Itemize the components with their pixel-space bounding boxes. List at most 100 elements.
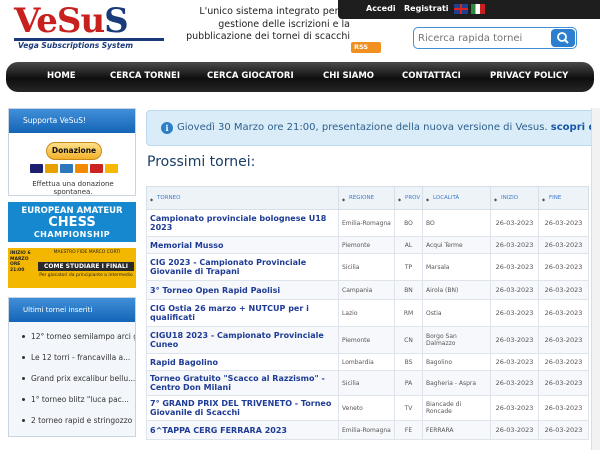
table-row[interactable]: Memorial Musso Piemonte AL Acqui Terme 26-03… [146, 236, 589, 254]
nav-chi-siamo[interactable]: CHI SIAMO [323, 71, 374, 81]
page: VeSuS Vega Subscriptions System L'unico … [0, 0, 600, 450]
tournaments-table: ◆ TORNEO ◆ REGIONE ◆ PROV ◆ LOCALITÀ ◆ INIZIO… [146, 186, 589, 440]
nav-cerca-giocatori[interactable]: CERCA GIOCATORI [207, 71, 294, 81]
card-icon [105, 164, 118, 173]
col-header-localita[interactable]: ◆ LOCALITÀ [422, 186, 491, 210]
italy-flag-icon[interactable] [471, 4, 485, 14]
list-item[interactable]: Grand prix excalibur bellu... [9, 368, 135, 389]
cell-name[interactable]: Campionato provinciale bolognese U18 202… [146, 209, 339, 237]
cell-name[interactable]: Torneo Gratuito "Scacco al Razzismo" - C… [146, 370, 339, 396]
cell-start: 26-03-2023 [490, 280, 539, 300]
register-link[interactable]: Registrati [404, 4, 449, 13]
tagline: L'unico sistema integrato per la gestion… [186, 6, 350, 42]
cell-loc: FERRARA [422, 420, 491, 440]
cell-prov: AL [394, 236, 423, 254]
cell-prov: TP [394, 253, 423, 281]
list-item-label: Le 12 torri - francavilla a... [31, 353, 131, 362]
list-item[interactable]: 12° torneo semilampo arci g... [9, 326, 135, 347]
col-header-label: FINE [549, 195, 562, 201]
cell-region: Lombardia [338, 353, 395, 371]
cell-start: 26-03-2023 [490, 353, 539, 371]
col-header-fine[interactable]: ◆ FINE [538, 186, 589, 210]
cell-region: Emilia-Romagna [338, 420, 395, 440]
list-item[interactable]: 2 torneo rapid e stringozzo ... [9, 410, 135, 431]
sort-icon: ◆ [494, 197, 498, 202]
col-header-label: INIZIO [501, 195, 519, 201]
cell-name[interactable]: 7° GRAND PRIX DEL TRIVENETO - Torneo Gio… [146, 395, 339, 421]
cell-loc: Acqui Terme [422, 236, 491, 254]
chess-championship-banner[interactable]: EUROPEAN AMATEUR CHESS CHAMPIONSHIP [8, 202, 136, 242]
table-row[interactable]: 6^TAPPA CERG FERRARA 2023 Emilia-Romagna F… [146, 420, 589, 440]
page-scrollbar[interactable] [591, 108, 600, 450]
nav-cerca-tornei[interactable]: CERCA TORNEI [110, 71, 180, 81]
list-item-label: 2 torneo rapid e stringozzo ... [31, 416, 135, 425]
cell-prov: CN [394, 326, 423, 354]
cell-end: 26-03-2023 [538, 280, 589, 300]
finali-subtitle: Per giocatori da principiante a intermed… [39, 273, 133, 278]
cell-start: 26-03-2023 [490, 420, 539, 440]
visa-icon [30, 164, 43, 173]
col-header-label: PROV [405, 195, 421, 201]
search-button[interactable] [551, 29, 575, 47]
uk-flag-icon[interactable] [454, 4, 468, 14]
cell-loc: Bagolino [422, 353, 491, 371]
col-header-regione[interactable]: ◆ REGIONE [338, 186, 395, 210]
list-item[interactable]: Le 12 torri - francavilla a... [9, 347, 135, 368]
mastercard-icon [45, 164, 58, 173]
table-row[interactable]: CIG 2023 - Campionato Provinciale Giovan… [146, 253, 589, 281]
cell-name[interactable]: 3° Torneo Open Rapid Paolisi [146, 280, 339, 300]
table-row[interactable]: 7° GRAND PRIX DEL TRIVENETO - Torneo Gio… [146, 395, 589, 421]
col-header-inizio[interactable]: ◆ INIZIO [490, 186, 539, 210]
maestro-icon [90, 164, 103, 173]
nav-home[interactable]: HOME [47, 71, 76, 81]
cell-name[interactable]: Rapid Bagolino [146, 353, 339, 371]
cell-loc: BO [422, 209, 491, 237]
table-row[interactable]: Campionato provinciale bolognese U18 202… [146, 209, 589, 237]
logo[interactable]: VeSuS Vega Subscriptions System [14, 1, 164, 51]
col-header-torneo[interactable]: ◆ TORNEO [146, 186, 339, 210]
nav-contattaci[interactable]: CONTATTACI [402, 71, 461, 81]
login-link[interactable]: Accedi [366, 4, 396, 13]
bullet-icon [22, 398, 25, 401]
list-item[interactable]: 1° torneo blitz "luca pac... [9, 389, 135, 410]
search-input[interactable] [418, 30, 550, 46]
table-row[interactable]: 3° Torneo Open Rapid Paolisi Campania BN Ai… [146, 280, 589, 300]
cell-region: Emilia-Romagna [338, 209, 395, 237]
finali-course-banner[interactable]: INIZIO 6 MARZO ORE 21:00 MAESTRO FIDE MA… [8, 248, 136, 288]
cell-name[interactable]: CIG Ostia 26 marzo + NUTCUP per i qualif… [146, 299, 339, 327]
table-row[interactable]: CIG Ostia 26 marzo + NUTCUP per i qualif… [146, 299, 589, 327]
info-alert: i Giovedì 30 Marzo ore 21:00, presentazi… [146, 110, 600, 146]
header: VeSuS Vega Subscriptions System L'unico … [0, 0, 600, 58]
last-tournaments-title: Ultimi tornei inseriti [9, 298, 135, 322]
cell-end: 26-03-2023 [538, 236, 589, 254]
cell-name[interactable]: CIGU18 2023 - Campionato Provinciale Cun… [146, 326, 339, 354]
cell-name[interactable]: CIG 2023 - Campionato Provinciale Giovan… [146, 253, 339, 281]
cell-end: 26-03-2023 [538, 370, 589, 396]
bullet-icon [22, 335, 25, 338]
cell-region: Sicilia [338, 253, 395, 281]
table-row[interactable]: Rapid Bagolino Lombardia BS Bagolino 26-03-2… [146, 353, 589, 371]
table-header-row: ◆ TORNEO ◆ REGIONE ◆ PROV ◆ LOCALITÀ ◆ INIZIO… [146, 186, 589, 210]
search-box [413, 27, 577, 49]
list-item-label: 1° torneo blitz "luca pac... [31, 395, 129, 404]
top-bar: Accedi Registrati [338, 0, 600, 19]
bullet-icon [22, 419, 25, 422]
donate-button[interactable]: Donazione [46, 142, 102, 160]
cell-end: 26-03-2023 [538, 353, 589, 371]
section-title: Prossimi tornei: [147, 154, 256, 170]
cell-prov: TV [394, 395, 423, 421]
cell-name[interactable]: Memorial Musso [146, 236, 339, 254]
col-header-label: TORNEO [157, 195, 181, 201]
cell-loc: Ostia [422, 299, 491, 327]
table-row[interactable]: Torneo Gratuito "Scacco al Razzismo" - C… [146, 370, 589, 396]
table-row[interactable]: CIGU18 2023 - Campionato Provinciale Cun… [146, 326, 589, 354]
cell-region: Piemonte [338, 236, 395, 254]
cell-name[interactable]: 6^TAPPA CERG FERRARA 2023 [146, 420, 339, 440]
col-header-prov[interactable]: ◆ PROV [394, 186, 423, 210]
cell-start: 26-03-2023 [490, 326, 539, 354]
support-box: Supporta VeSuS! Donazione Effettua una d… [8, 108, 136, 196]
cell-prov: BS [394, 353, 423, 371]
rss-button[interactable]: RSS [351, 42, 381, 53]
nav-privacy-policy[interactable]: PRIVACY POLICY [490, 71, 568, 81]
sort-icon: ◆ [542, 197, 546, 202]
